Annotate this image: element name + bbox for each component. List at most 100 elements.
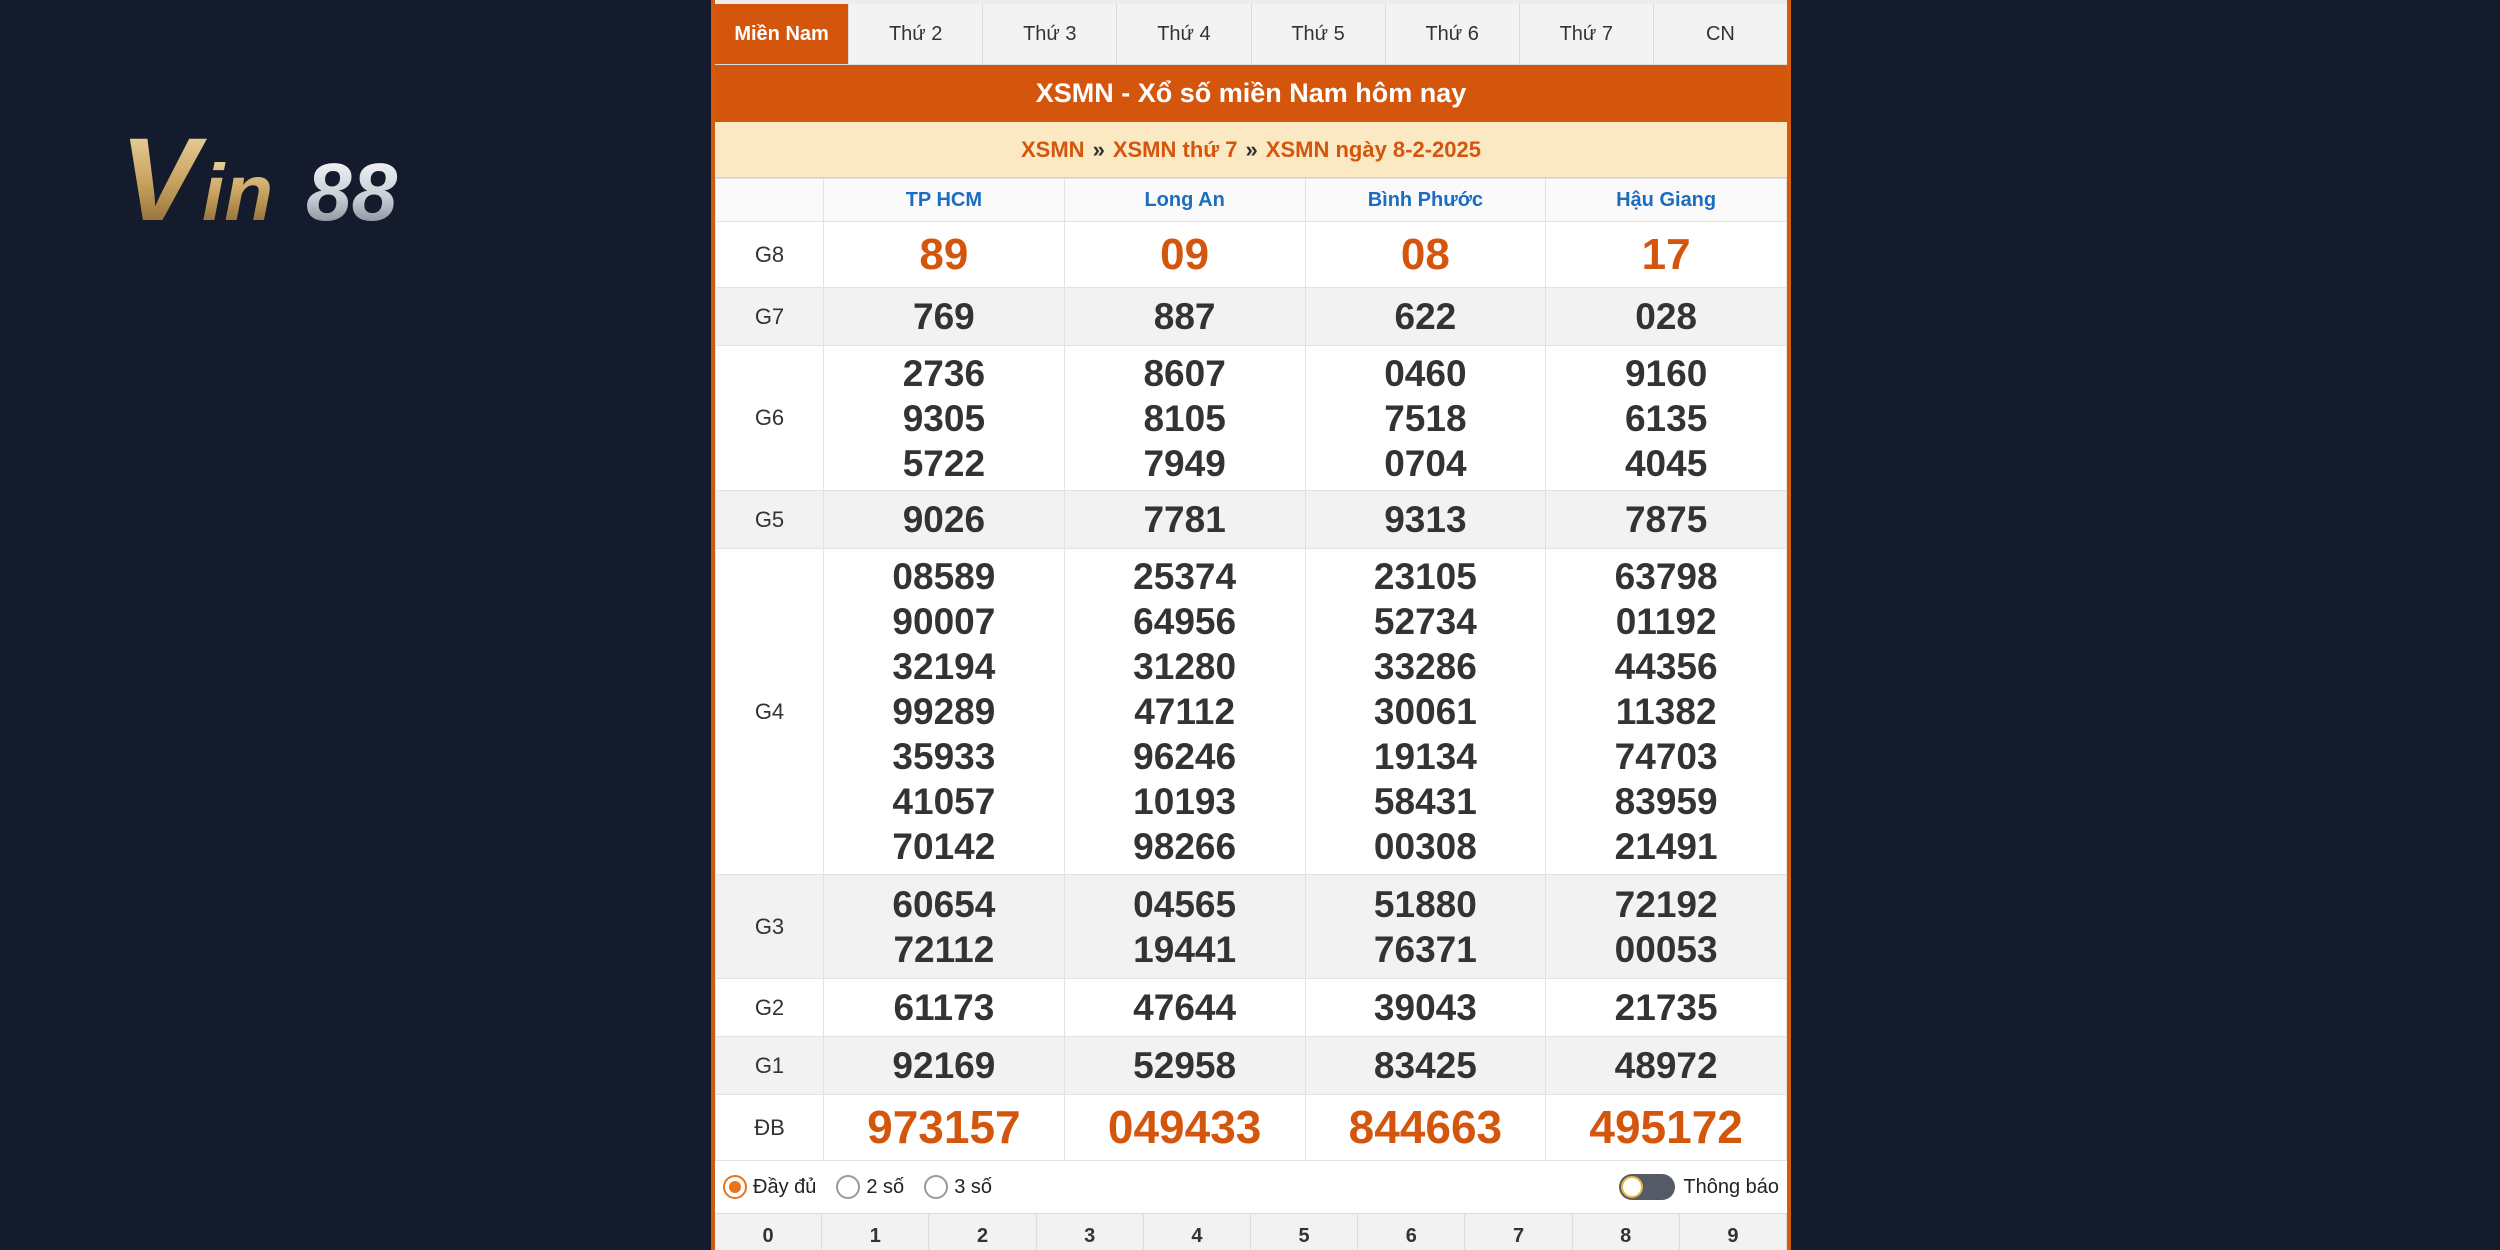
- prize-cell: 21735: [1545, 978, 1787, 1037]
- radio-circle-icon[interactable]: [836, 1175, 861, 1199]
- tab-7[interactable]: CN: [1653, 4, 1787, 64]
- prize-number: 58431: [1373, 781, 1477, 822]
- tab-0[interactable]: Miền Nam: [715, 4, 850, 64]
- prize-number: 7518: [1384, 397, 1467, 439]
- prize-number: 10193: [1133, 781, 1237, 822]
- prize-cell: 08589 90007 32194 99289 35933 41057 70142: [823, 548, 1065, 875]
- prize-row: G2 61173 47644 39043 21735: [715, 978, 1787, 1037]
- breadcrumb: XSMN » XSMN thứ 7 » XSMN ngày 8-2-2025: [715, 122, 1787, 178]
- province-header[interactable]: Long An: [1063, 178, 1306, 222]
- prize-row: ĐB 973157 049433 844663 495172: [715, 1094, 1787, 1161]
- prize-number: 4045: [1624, 442, 1708, 484]
- prize-number: 35933: [892, 736, 996, 777]
- prize-label: ĐB: [715, 1094, 824, 1161]
- digit-filter[interactable]: 6: [1358, 1214, 1466, 1250]
- prize-cell: 08: [1304, 221, 1547, 288]
- page-title: XSMN - Xổ số miền Nam hôm nay: [715, 65, 1787, 122]
- prize-number: 5722: [902, 442, 986, 484]
- lottery-panel: Miền Nam Thứ 2 Thứ 3 Thứ 4 Thứ 5 Thứ 6 Thứ 7 CN…: [711, 0, 1791, 1250]
- radio-option[interactable]: Đầy đủ: [723, 1175, 816, 1199]
- prize-cell: 23105 52734 33286 30061 19134 58431 00308: [1304, 548, 1547, 875]
- tab-3[interactable]: Thứ 4: [1117, 4, 1252, 64]
- prize-cell: 973157: [823, 1094, 1065, 1161]
- prize-label: G6: [715, 345, 824, 491]
- prize-number: 72192: [1614, 883, 1718, 925]
- prize-row: G7 769 887 622 028: [715, 287, 1787, 346]
- header-blank: [715, 178, 824, 222]
- prize-number: 21491: [1614, 826, 1718, 867]
- prize-number: 72112: [893, 928, 995, 970]
- prize-cell: 495172: [1545, 1094, 1787, 1161]
- radio-circle-icon[interactable]: [723, 1175, 747, 1199]
- prize-cell: 51880 76371: [1304, 874, 1547, 979]
- prize-number: 973157: [867, 1101, 1021, 1153]
- prize-cell: 09: [1063, 221, 1306, 288]
- tab-1[interactable]: Thứ 2: [849, 4, 984, 64]
- prize-label: G2: [715, 978, 824, 1037]
- prize-number: 74703: [1614, 736, 1718, 777]
- prize-cell: 25374 64956 31280 47112 96246 10193 98266: [1063, 548, 1306, 875]
- tab-4[interactable]: Thứ 5: [1251, 4, 1386, 64]
- radio-circle-icon[interactable]: [924, 1175, 949, 1199]
- breadcrumb-xsmn[interactable]: XSMN: [1021, 137, 1085, 163]
- tab-6[interactable]: Thứ 7: [1519, 4, 1654, 64]
- prize-number: 51880: [1373, 883, 1477, 925]
- prize-cell: 48972: [1545, 1036, 1787, 1095]
- digit-filter[interactable]: 1: [822, 1214, 930, 1250]
- prize-cell: 89: [823, 221, 1065, 288]
- province-header[interactable]: Hậu Giang: [1545, 178, 1787, 222]
- prize-cell: 04565 19441: [1063, 874, 1306, 979]
- svg-text:in: in: [202, 148, 273, 235]
- prize-cell: 63798 01192 44356 11382 74703 83959 21491: [1545, 548, 1787, 875]
- prize-cell: 39043: [1304, 978, 1547, 1037]
- prize-number: 99289: [892, 691, 996, 732]
- digit-filter[interactable]: 7: [1465, 1214, 1573, 1250]
- prize-cell: 60654 72112: [823, 874, 1065, 979]
- digit-filter[interactable]: 8: [1573, 1214, 1680, 1250]
- digit-filter[interactable]: 3: [1037, 1214, 1144, 1250]
- radio-label: 2 số: [866, 1175, 905, 1198]
- prize-number: 32194: [892, 646, 996, 687]
- svg-text:V: V: [120, 115, 207, 235]
- prize-number: 60654: [892, 883, 996, 925]
- prize-number: 0460: [1384, 352, 1467, 394]
- prize-number: 19134: [1373, 736, 1477, 777]
- results-table: TP HCM Long An Bình Phước Hậu Giang G8 89 09 08…: [715, 178, 1787, 1161]
- prize-cell: 7781: [1063, 490, 1306, 549]
- radio-option[interactable]: 3 số: [924, 1175, 992, 1199]
- prize-number: 6135: [1624, 397, 1708, 439]
- tab-5[interactable]: Thứ 6: [1385, 4, 1520, 64]
- province-header[interactable]: TP HCM: [823, 178, 1065, 222]
- digit-filter[interactable]: 4: [1144, 1214, 1252, 1250]
- province-header-row: TP HCM Long An Bình Phước Hậu Giang: [715, 178, 1787, 222]
- radio-option[interactable]: 2 số: [836, 1175, 904, 1199]
- prize-label: G8: [715, 221, 824, 288]
- breadcrumb-xsmn-thu7[interactable]: XSMN thứ 7: [1113, 137, 1238, 163]
- notify-label: Thông báo: [1683, 1175, 1779, 1198]
- digit-filter[interactable]: 9: [1680, 1214, 1787, 1250]
- prize-number: 41057: [892, 781, 996, 822]
- radio-label: 3 số: [954, 1175, 992, 1198]
- prize-number: 23105: [1373, 556, 1477, 597]
- notify-toggle[interactable]: [1619, 1174, 1676, 1200]
- prize-number: 495172: [1589, 1101, 1743, 1153]
- tab-2[interactable]: Thứ 3: [983, 4, 1118, 64]
- digit-filter[interactable]: 0: [715, 1214, 823, 1250]
- digit-filter[interactable]: 2: [929, 1214, 1037, 1250]
- prize-number: 52734: [1373, 601, 1477, 642]
- display-options: Đầy đủ 2 số 3 số Thông báo: [715, 1161, 1787, 1214]
- prize-row: G1 92169 52958 83425 48972: [715, 1036, 1787, 1095]
- prize-number: 92169: [892, 1045, 996, 1086]
- digit-filter[interactable]: 5: [1251, 1214, 1359, 1250]
- prize-cell: 92169: [823, 1036, 1065, 1095]
- prize-label: G7: [715, 287, 824, 346]
- breadcrumb-date[interactable]: XSMN ngày 8-2-2025: [1266, 137, 1481, 163]
- prize-cell: 72192 00053: [1545, 874, 1787, 979]
- prize-label: G4: [715, 548, 824, 875]
- province-header[interactable]: Bình Phước: [1304, 178, 1547, 222]
- prize-number: 70142: [892, 826, 996, 867]
- prize-label: G1: [715, 1036, 824, 1095]
- prize-number: 83425: [1373, 1045, 1477, 1086]
- prize-number: 09: [1160, 230, 1210, 279]
- prize-cell: 0460 7518 0704: [1304, 345, 1547, 491]
